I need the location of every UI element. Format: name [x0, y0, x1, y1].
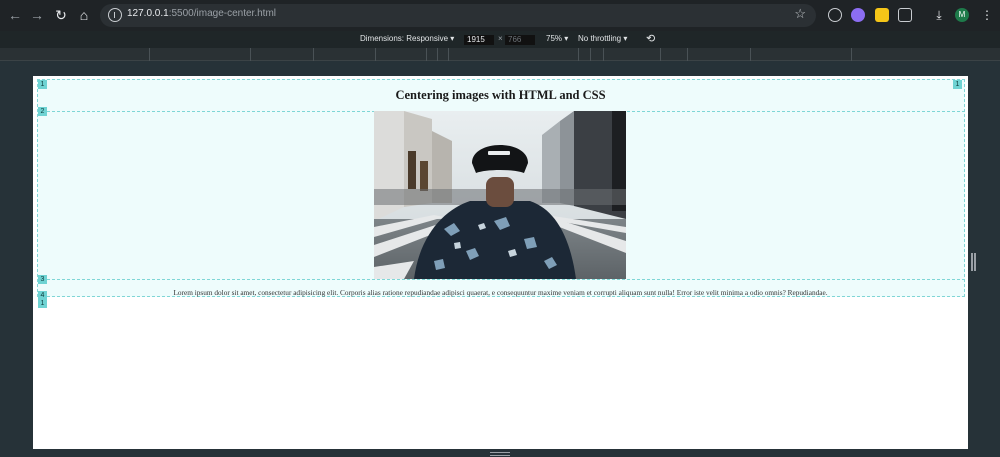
- throttling-select[interactable]: No throttling ▾: [578, 34, 627, 43]
- page-title: Centering images with HTML and CSS: [395, 88, 606, 102]
- bookmark-star-icon[interactable]: ☆: [794, 6, 806, 22]
- dimensions-select[interactable]: Dimensions: Responsive ▾: [360, 34, 454, 43]
- rotate-icon[interactable]: ⟲: [646, 32, 655, 45]
- forward-arrow-icon[interactable]: →: [28, 6, 46, 24]
- zoom-select[interactable]: 75% ▾: [546, 34, 568, 43]
- home-icon[interactable]: ⌂: [75, 6, 93, 24]
- address-bar[interactable]: 127.0.0.1:5500/image-center.html ☆: [100, 4, 816, 27]
- times-icon: ×: [498, 34, 503, 43]
- grid-badge: 1: [38, 299, 47, 308]
- rendered-page: 1 1 2 3 4 1 Centering images with HTML a…: [33, 76, 968, 449]
- browser-toolbar: ← → ↻ ⌂ 127.0.0.1:5500/image-center.html…: [0, 0, 1000, 31]
- extensions-puzzle-icon[interactable]: [898, 8, 912, 22]
- site-info-icon[interactable]: [108, 8, 122, 22]
- reload-icon[interactable]: ↻: [52, 6, 70, 24]
- viewport-resize-handle-right[interactable]: [970, 253, 976, 271]
- react-devtools-icon[interactable]: [828, 8, 842, 22]
- url-text[interactable]: 127.0.0.1:5500/image-center.html: [127, 8, 276, 19]
- height-input[interactable]: 766: [505, 35, 535, 45]
- extension-purple-icon[interactable]: [851, 8, 865, 22]
- media-query-ruler[interactable]: [0, 48, 1000, 61]
- centered-image: [374, 111, 626, 279]
- grid-line: [37, 279, 965, 280]
- menu-kebab-icon[interactable]: ⋮: [980, 8, 994, 22]
- width-input[interactable]: 1915: [464, 35, 494, 45]
- device-toolbar: Dimensions: Responsive ▾ 1915 × 766 75% …: [0, 31, 1000, 48]
- download-icon[interactable]: ⤓: [932, 8, 946, 22]
- lorem-paragraph: Lorem ipsum dolor sit amet, consectetur …: [173, 288, 828, 297]
- viewport-resize-handle-bottom[interactable]: [490, 452, 510, 456]
- back-arrow-icon[interactable]: ←: [6, 6, 24, 24]
- grid-badge: 2: [38, 107, 47, 116]
- extension-yellow-icon[interactable]: [875, 8, 889, 22]
- grid-badge: 3: [38, 275, 47, 284]
- profile-avatar[interactable]: M: [955, 8, 969, 22]
